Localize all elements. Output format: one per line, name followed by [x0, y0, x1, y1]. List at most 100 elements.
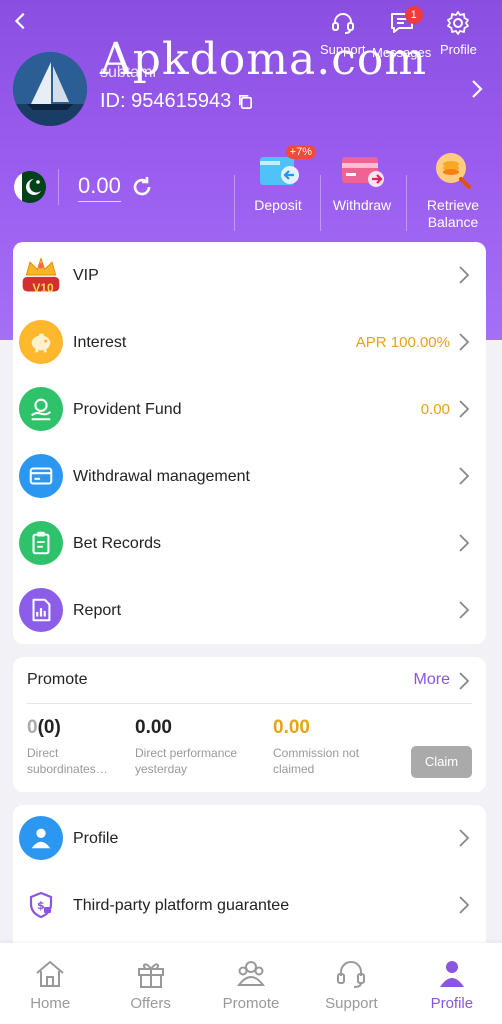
settings-button[interactable]: Profile — [440, 10, 477, 57]
person-icon — [439, 961, 464, 987]
tab-offers[interactable]: Offers — [100, 943, 200, 1024]
chevron-right-icon[interactable] — [458, 670, 470, 692]
refresh-icon — [133, 177, 151, 196]
piggy-bank-icon — [19, 320, 63, 364]
home-icon — [36, 960, 64, 987]
menu-label: Withdrawal management — [73, 467, 250, 485]
withdraw-card-icon — [342, 157, 384, 187]
messages-badge: 1 — [404, 6, 423, 24]
menu-item-interest[interactable]: Interest APR 100.00% — [13, 309, 486, 376]
stat-value: 0 — [27, 717, 38, 738]
chevron-right-icon — [459, 601, 470, 619]
divider — [406, 175, 407, 231]
chevron-right-icon — [459, 896, 470, 914]
menu-item-profile[interactable]: Profile — [13, 805, 486, 872]
person-icon — [19, 816, 63, 860]
gift-icon — [137, 963, 164, 988]
menu-label: Bet Records — [73, 534, 162, 552]
stat-caption: yesterday — [135, 762, 188, 776]
interest-apr-value: APR 100.00% — [355, 334, 450, 351]
vip-level-badge: V10 — [32, 281, 54, 295]
tab-label: Promote — [222, 995, 280, 1012]
tab-home[interactable]: Home — [0, 943, 100, 1024]
provident-fund-value: 0.00 — [420, 401, 450, 418]
user-id-row: ID: 954615943 — [100, 90, 254, 113]
secondary-menu-card: Profile $ Third-party platform guarantee — [13, 805, 486, 955]
promote-more-link[interactable]: More — [414, 671, 450, 689]
stat-caption: subordinates… — [27, 762, 108, 776]
svg-text:$: $ — [37, 899, 45, 912]
gear-icon — [447, 11, 470, 35]
stat-caption: claimed — [273, 762, 315, 776]
menu-item-vip[interactable]: V10 VIP — [13, 242, 486, 309]
tab-label: Profile — [430, 995, 474, 1012]
refresh-button[interactable] — [130, 175, 154, 199]
stat-direct-performance: 0.00 Direct performance yesterday — [135, 717, 237, 777]
deposit-bonus-badge: +7% — [285, 145, 316, 159]
sailboat-avatar-image — [13, 52, 87, 126]
retrieve-label-line1: Retrieve — [426, 197, 480, 213]
stat-caption: Commission not — [273, 746, 360, 760]
stat-value: 0.00 — [135, 717, 172, 738]
menu-item-bet-records[interactable]: Bet Records — [13, 510, 486, 577]
coin-search-icon — [436, 153, 471, 189]
claim-button[interactable]: Claim — [411, 746, 472, 778]
user-id: ID: 954615943 — [100, 90, 232, 112]
tab-label: Support — [325, 995, 378, 1012]
fund-icon — [19, 387, 63, 431]
bottom-tab-bar: Home Offers Promote Support Profile — [0, 943, 502, 1024]
promote-card: Promote More 0(0) Direct subordinates… 0.… — [13, 657, 486, 792]
menu-item-report[interactable]: Report — [13, 577, 486, 644]
menu-label: VIP — [73, 266, 99, 284]
stat-value: 0.00 — [273, 717, 310, 738]
headset-icon — [331, 13, 354, 34]
crown-icon: V10 — [19, 253, 63, 297]
people-icon — [237, 961, 266, 986]
retrieve-label: Retrieve Balance — [427, 197, 479, 231]
chevron-right-icon — [459, 400, 470, 418]
tab-label: Home — [30, 995, 71, 1012]
divider — [234, 175, 235, 231]
chevron-right-icon — [459, 467, 470, 485]
chevron-right-icon — [459, 534, 470, 552]
stat-caption: Direct — [27, 746, 59, 760]
tab-promote[interactable]: Promote — [201, 943, 301, 1024]
deposit-button[interactable]: +7% Deposit — [250, 145, 316, 214]
stat-caption: Direct performance — [135, 746, 238, 760]
tab-support[interactable]: Support — [301, 943, 401, 1024]
shield-dollar-icon: $ — [19, 883, 63, 927]
menu-label: Profile — [73, 829, 119, 847]
menu-label: Interest — [73, 333, 127, 351]
chevron-left-icon — [14, 12, 25, 30]
menu-label: Provident Fund — [73, 400, 182, 418]
promote-title: Promote — [27, 671, 88, 688]
chevron-right-icon — [459, 266, 470, 284]
menu-item-provident-fund[interactable]: Provident Fund 0.00 — [13, 376, 486, 443]
clipboard-icon — [19, 521, 63, 565]
profile-settings-label: Profile — [440, 42, 477, 57]
deposit-label: Deposit — [254, 197, 302, 213]
tab-label: Offers — [130, 995, 171, 1012]
user-detail-arrow[interactable] — [470, 78, 484, 107]
menu-item-third-party-guarantee[interactable]: $ Third-party platform guarantee — [13, 872, 486, 939]
headset-icon — [337, 961, 366, 988]
wallet-row: 0.00 +7% Deposit Withdraw Retrieve Balanc… — [0, 145, 502, 235]
chevron-right-icon — [472, 80, 483, 98]
back-button[interactable] — [8, 10, 34, 36]
divider — [27, 703, 472, 704]
withdraw-button[interactable]: Withdraw — [330, 151, 394, 214]
card-icon — [19, 454, 63, 498]
divider — [58, 169, 59, 205]
tab-profile[interactable]: Profile — [402, 943, 502, 1024]
menu-label: Report — [73, 601, 122, 619]
watermark: Apkdoma.com — [100, 34, 428, 85]
retrieve-label-line2: Balance — [427, 214, 479, 230]
copy-icon[interactable] — [237, 93, 254, 110]
menu-label: Third-party platform guarantee — [73, 896, 290, 914]
balance-value: 0.00 — [78, 173, 121, 202]
report-chart-icon — [19, 588, 63, 632]
menu-item-withdrawal-management[interactable]: Withdrawal management — [13, 443, 486, 510]
avatar[interactable] — [13, 52, 87, 126]
retrieve-balance-button[interactable]: Retrieve Balance — [420, 151, 486, 231]
stat-value-sub: (0) — [37, 717, 61, 738]
